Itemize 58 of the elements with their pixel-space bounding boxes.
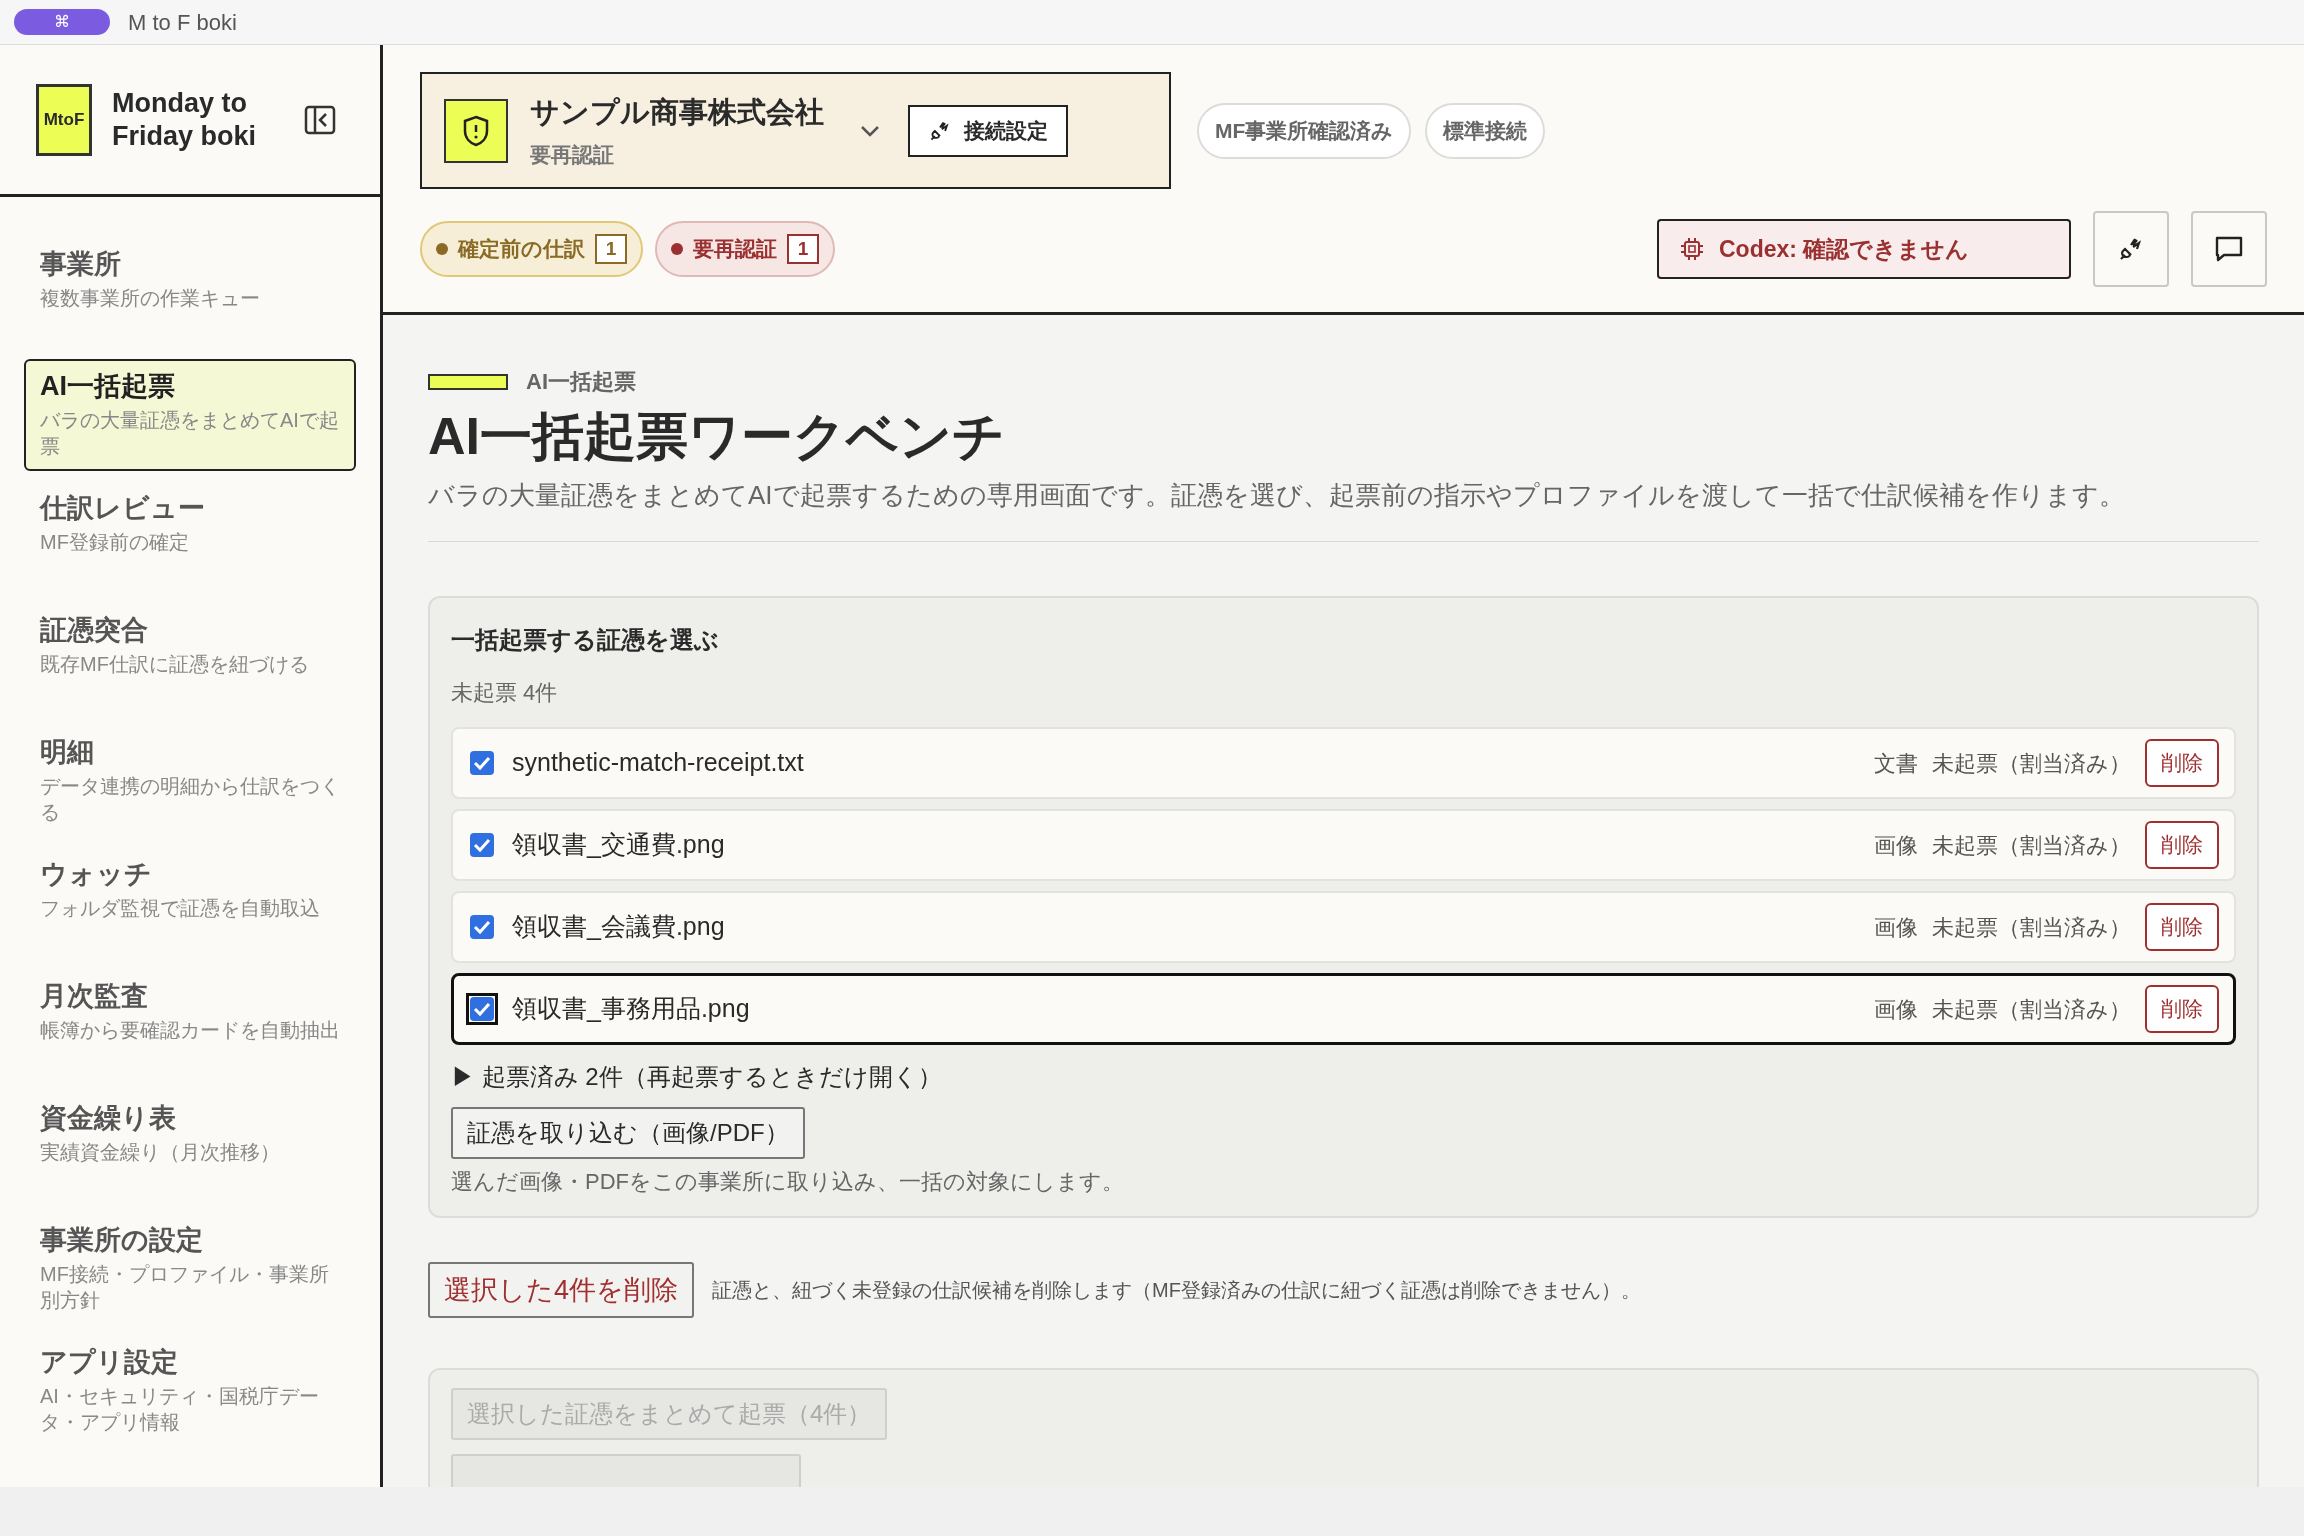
file-name: 領収書_交通費.png [512, 829, 725, 861]
file-type: 画像 [1874, 913, 1918, 942]
page-title: AI一括起票ワークベンチ [428, 406, 1006, 467]
sidebar-item[interactable]: 月次監査 帳簿から要確認カードを自動抽出 [24, 969, 356, 1081]
file-type: 文書 [1874, 749, 1918, 778]
chat-button[interactable] [2191, 211, 2267, 287]
app-logo: MtoF [36, 83, 92, 156]
codex-status: Codex: 確認できません [1657, 219, 2071, 279]
file-type: 画像 [1874, 831, 1918, 860]
file-name: synthetic-match-receipt.txt [512, 747, 804, 779]
shield-alert-icon [444, 98, 508, 163]
section-eyebrow: AI一括起票 [526, 368, 636, 396]
window-title: M to F boki [128, 8, 237, 37]
badge-count: 1 [787, 234, 819, 264]
delete-button[interactable]: 削除 [2145, 739, 2219, 787]
delete-note: 証憑と、紐づく未登録の仕訳候補を削除します（MF登録済みの仕訳に紐づく証憑は削除できません）。 [712, 1278, 1641, 1303]
sidebar-item[interactable]: 明細 データ連携の明細から仕訳をつくる [24, 725, 356, 837]
file-status: 未起票（割当済み） [1932, 913, 2131, 942]
sidebar-item[interactable]: AI一括起票 バラの大量証憑をまとめてAIで起票 [24, 359, 356, 471]
card-title: 一括起票する証憑を選ぶ [451, 625, 720, 655]
sidebar-item[interactable]: 資金繰り表 実績資金繰り（月次推移） [24, 1091, 356, 1203]
sidebar-item[interactable]: 事業所の設定 MF接続・プロファイル・事業所別方針 [24, 1213, 356, 1325]
connection-settings-button[interactable]: 接続設定 [908, 104, 1068, 157]
status-pill: 標準接続 [1425, 102, 1546, 159]
import-button[interactable]: 証憑を取り込む（画像/PDF） [451, 1107, 805, 1159]
badge-label: 確定前の仕訳 [458, 236, 585, 263]
app-name: Monday to Friday boki [112, 86, 258, 153]
file-name: 領収書_会議費.png [512, 911, 725, 943]
file-type: 画像 [1874, 995, 1918, 1024]
app-badge: ⌘ [14, 9, 110, 35]
delete-selected-button[interactable]: 選択した4件を削除 [428, 1262, 695, 1318]
file-status: 未起票（割当済み） [1932, 831, 2131, 860]
delete-button[interactable]: 削除 [2145, 821, 2219, 869]
import-hint: 選んだ画像・PDFをこの事業所に取り込み、一括の対象にします。 [451, 1168, 1125, 1196]
sidebar-item[interactable]: 証憑突合 既存MF仕訳に証憑を紐づける [24, 603, 356, 715]
collapsed-section-toggle[interactable]: ▶ 起票済み 2件（再起票するときだけ開く） [451, 1059, 2236, 1095]
chat-icon [2214, 235, 2244, 263]
file-name: 領収書_事務用品.png [512, 993, 750, 1025]
sidebar-item[interactable]: 事業所 複数事業所の作業キュー [24, 237, 356, 349]
chevron-down-icon[interactable] [860, 124, 880, 137]
sidebar-item[interactable]: アプリ設定 AI・セキュリティ・国税庁データ・アプリ情報 [24, 1335, 356, 1447]
company-name: サンプル商事株式会社 [530, 95, 824, 130]
chip-icon [1679, 236, 1705, 262]
page-description: バラの大量証憑をまとめてAIで起票するための専用画面です。証憑を選び、起票前の指示やプロファイルを渡して一括で仕訳候補を作ります。 [428, 479, 2126, 512]
delete-button[interactable]: 削除 [2145, 985, 2219, 1033]
sidebar-item[interactable]: ウォッチ フォルダ監視で証憑を自動取込 [24, 847, 356, 959]
pending-count: 未起票 4件 [451, 679, 559, 707]
status-pill: MF事業所確認済み [1197, 102, 1412, 159]
checkbox[interactable] [466, 993, 498, 1025]
sidebar-item[interactable]: 仕訳レビュー MF登録前の確定 [24, 481, 356, 593]
sidebar-collapse-icon[interactable] [304, 104, 336, 135]
badge-count: 1 [595, 234, 627, 264]
plug-button[interactable] [2093, 211, 2169, 287]
badge-label: 要再認証 [693, 236, 777, 263]
file-status: 未起票（割当済み） [1932, 749, 2131, 778]
file-status: 未起票（割当済み） [1932, 995, 2131, 1024]
company-status: 要再認証 [530, 141, 615, 168]
delete-button[interactable]: 削除 [2145, 903, 2219, 951]
